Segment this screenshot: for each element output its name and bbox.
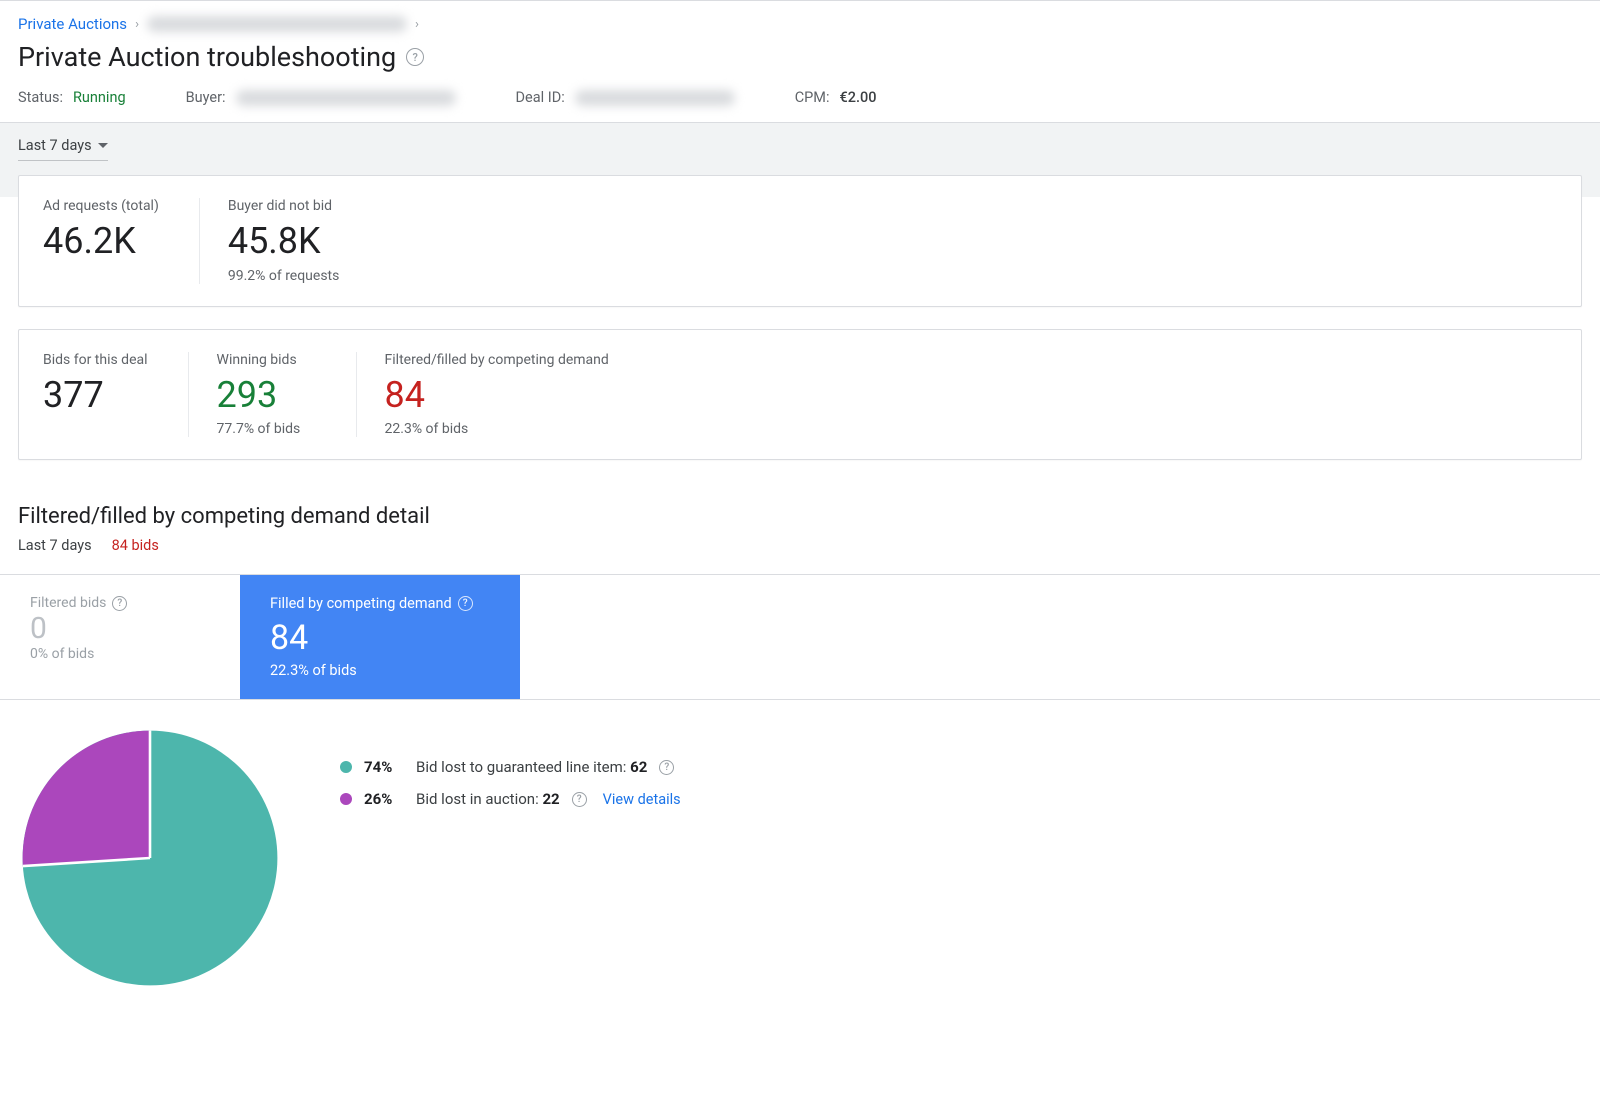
breadcrumb-root-link[interactable]: Private Auctions (18, 15, 127, 33)
pie-legend: 74% Bid lost to guaranteed line item: 62… (340, 728, 681, 822)
metric-value: 45.8K (228, 222, 340, 262)
status-value: Running (73, 89, 126, 106)
detail-section-title: Filtered/filled by competing demand deta… (18, 504, 1582, 529)
caret-down-icon (98, 143, 108, 148)
breadcrumb: Private Auctions › › (0, 1, 1600, 41)
chevron-right-icon: › (135, 17, 139, 32)
metric-buyer-no-bid: Buyer did not bid 45.8K 99.2% of request… (228, 198, 380, 284)
help-icon[interactable]: ? (458, 596, 473, 611)
legend-text: Bid lost to guaranteed line item: 62 (416, 758, 647, 776)
page-title: Private Auction troubleshooting (18, 41, 396, 73)
date-range-label: Last 7 days (18, 137, 92, 154)
metric-filtered-competing: Filtered/filled by competing demand 84 2… (385, 352, 649, 438)
dealid-label: Deal ID: (516, 89, 565, 106)
help-icon[interactable]: ? (659, 760, 674, 775)
metric-value: 46.2K (43, 222, 159, 262)
metric-value: 377 (43, 376, 148, 416)
tab-filled-competing[interactable]: Filled by competing demand ? 84 22.3% of… (240, 575, 520, 699)
buyer-value-redacted (236, 90, 456, 106)
tab-filtered-bids[interactable]: Filtered bids ? 0 0% of bids (0, 575, 240, 699)
tab-sublabel: 0% of bids (30, 646, 210, 662)
metric-label: Filtered/filled by competing demand (385, 352, 609, 368)
pie-chart (20, 728, 280, 988)
legend-row-auction: 26% Bid lost in auction: 22 ? View detai… (340, 790, 681, 808)
metric-sublabel: 22.3% of bids (385, 421, 609, 437)
dealid-value-redacted (575, 90, 735, 106)
metric-value: 84 (385, 376, 609, 416)
metric-bids-for-deal: Bids for this deal 377 (43, 352, 189, 438)
tab-label-text: Filled by competing demand (270, 595, 452, 612)
tab-value: 84 (270, 618, 490, 658)
legend-value: 22 (542, 790, 559, 808)
metric-label: Buyer did not bid (228, 198, 340, 214)
detail-bid-count: 84 bids (112, 537, 159, 554)
legend-dot-icon (340, 761, 352, 773)
legend-percent: 74% (364, 758, 404, 776)
breadcrumb-item-redacted[interactable] (147, 16, 407, 32)
status-label: Status: (18, 89, 63, 106)
legend-value: 62 (630, 758, 647, 776)
detail-period: Last 7 days (18, 537, 92, 554)
help-icon[interactable]: ? (406, 48, 424, 66)
metric-winning-bids: Winning bids 293 77.7% of bids (217, 352, 357, 438)
metric-label: Bids for this deal (43, 352, 148, 368)
help-icon[interactable]: ? (112, 596, 127, 611)
legend-text: Bid lost in auction: 22 (416, 790, 560, 808)
tab-label-text: Filtered bids (30, 595, 106, 611)
tab-value: 0 (30, 611, 210, 646)
metric-label: Ad requests (total) (43, 198, 159, 214)
metric-ad-requests: Ad requests (total) 46.2K (43, 198, 200, 284)
detail-tabs: Filtered bids ? 0 0% of bids Filled by c… (0, 574, 1600, 700)
legend-dot-icon (340, 793, 352, 805)
meta-status: Status: Running (18, 89, 126, 106)
meta-buyer: Buyer: (186, 89, 456, 106)
legend-percent: 26% (364, 790, 404, 808)
metric-sublabel: 99.2% of requests (228, 268, 340, 284)
card-bids: Bids for this deal 377 Winning bids 293 … (18, 329, 1582, 461)
meta-row: Status: Running Buyer: Deal ID: CPM: €2.… (0, 85, 1600, 123)
buyer-label: Buyer: (186, 89, 226, 106)
chevron-right-icon: › (415, 17, 419, 32)
metric-sublabel: 77.7% of bids (217, 421, 316, 437)
tab-sublabel: 22.3% of bids (270, 662, 490, 679)
cpm-value: €2.00 (839, 89, 876, 106)
cpm-label: CPM: (795, 89, 830, 106)
view-details-link[interactable]: View details (603, 791, 681, 808)
metric-label: Winning bids (217, 352, 316, 368)
metric-value: 293 (217, 376, 316, 416)
help-icon[interactable]: ? (572, 792, 587, 807)
date-range-picker[interactable]: Last 7 days (18, 137, 108, 161)
meta-cpm: CPM: €2.00 (795, 89, 877, 106)
meta-dealid: Deal ID: (516, 89, 735, 106)
card-requests: Ad requests (total) 46.2K Buyer did not … (18, 175, 1582, 307)
legend-row-guaranteed: 74% Bid lost to guaranteed line item: 62… (340, 758, 681, 776)
